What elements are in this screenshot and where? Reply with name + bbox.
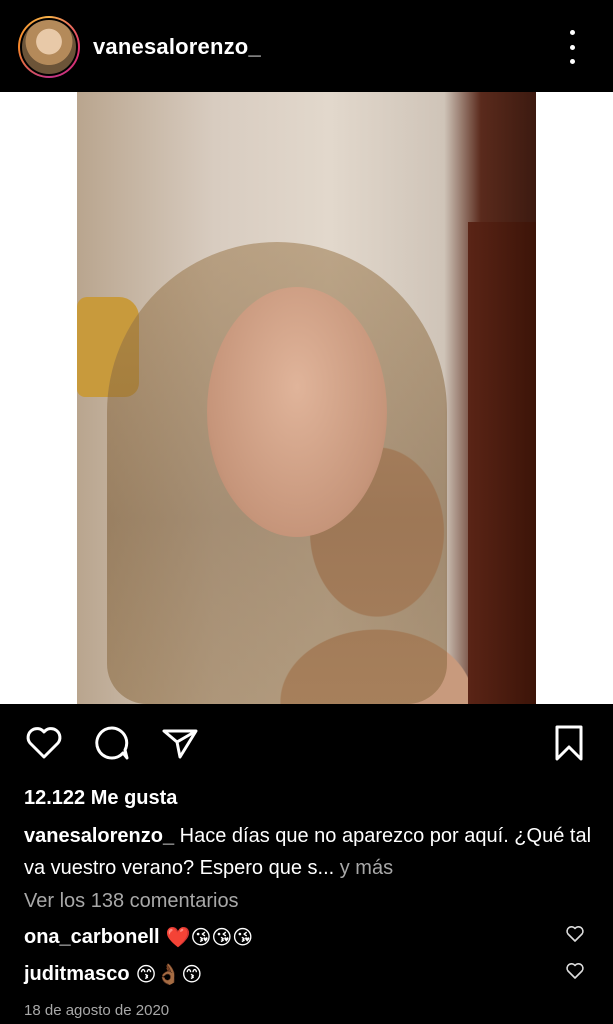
bookmark-icon[interactable] xyxy=(549,723,589,763)
post-caption: vanesalorenzo_ Hace días que no aparezco… xyxy=(24,820,594,884)
comment-text: 😙👌🏾😙 xyxy=(135,962,203,986)
comment-row: ona_carbonell ❤️😘😘😘 xyxy=(24,925,253,949)
caption-more-link[interactable]: y más xyxy=(334,857,393,879)
send-icon[interactable] xyxy=(160,723,200,763)
photo-door xyxy=(468,222,536,704)
comment-like-heart-icon[interactable] xyxy=(565,961,585,981)
comment-row: juditmasco 😙👌🏾😙 xyxy=(24,962,202,986)
avatar-image xyxy=(20,18,78,76)
comment-icon[interactable] xyxy=(92,723,132,763)
post-photo[interactable] xyxy=(77,92,536,704)
post-date: 18 de agosto de 2020 xyxy=(24,1002,170,1019)
post-username[interactable]: vanesalorenzo_ xyxy=(93,34,261,60)
post-media-area xyxy=(0,92,613,704)
caption-username[interactable]: vanesalorenzo_ xyxy=(24,825,174,847)
view-comments-link[interactable]: Ver los 138 comentarios xyxy=(24,890,239,913)
likes-count[interactable]: 12.122 Me gusta xyxy=(24,787,177,810)
more-options-icon[interactable] xyxy=(560,30,584,64)
comment-username[interactable]: juditmasco xyxy=(24,963,130,986)
photo-face xyxy=(207,287,387,537)
heart-icon[interactable] xyxy=(24,723,64,763)
post-header: vanesalorenzo_ xyxy=(0,0,613,92)
avatar[interactable] xyxy=(18,16,80,78)
comment-username[interactable]: ona_carbonell xyxy=(24,926,160,949)
comment-like-heart-icon[interactable] xyxy=(565,924,585,944)
comment-text: ❤️😘😘😘 xyxy=(165,925,254,949)
action-bar xyxy=(0,704,613,784)
